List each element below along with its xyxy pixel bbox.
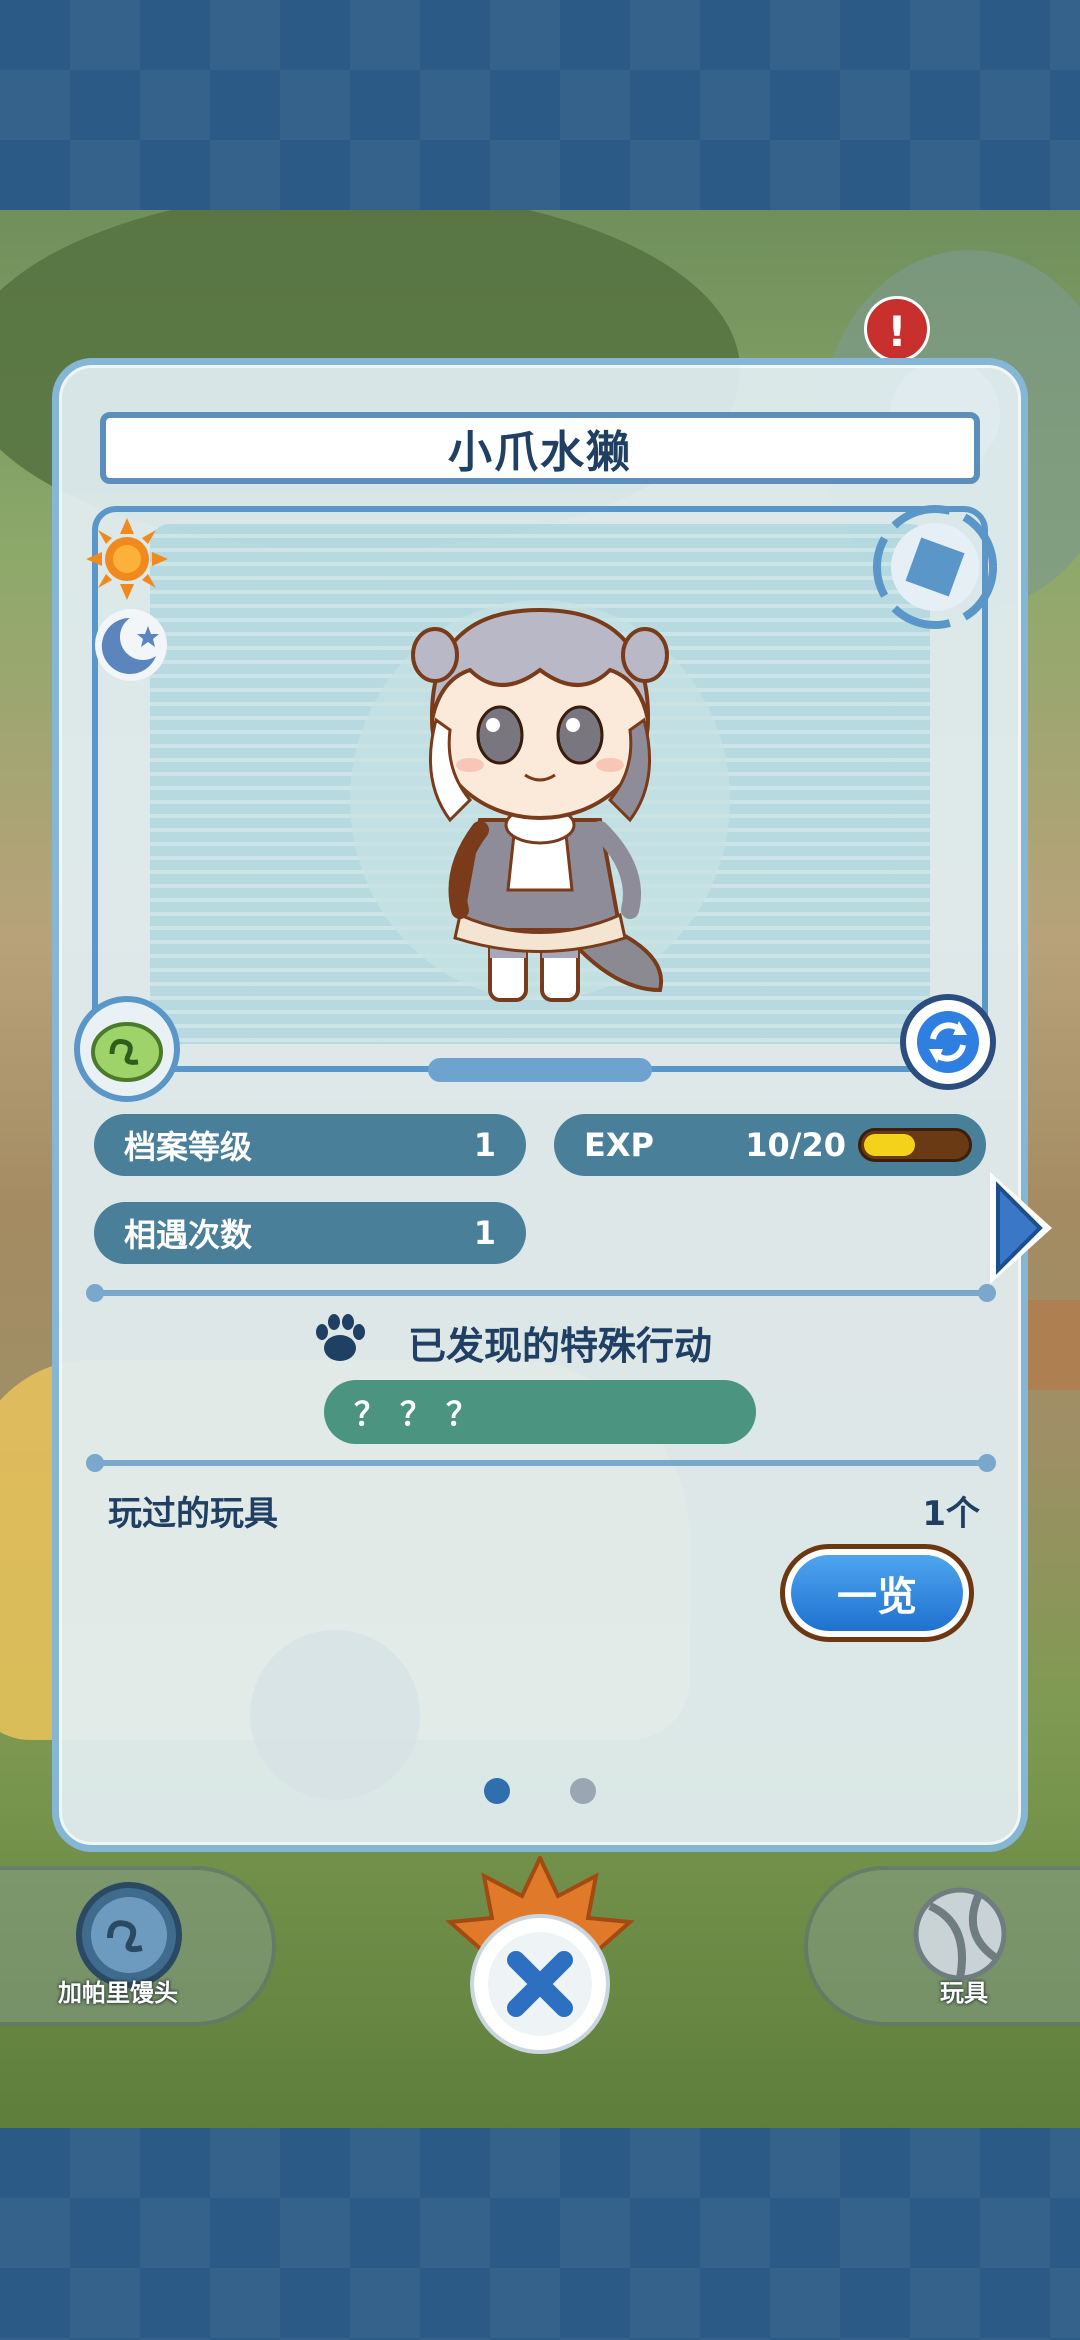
japari-bun-icon [74, 996, 180, 1102]
exp-pill: EXP 10/20 [554, 1114, 986, 1176]
character-illustration [350, 600, 730, 1002]
close-icon [445, 1853, 635, 2054]
paw-icon [316, 1314, 365, 1361]
played-toys-label: 玩过的玩具 [108, 1494, 278, 1534]
profile-level-pill: 档案等级 1 [94, 1114, 526, 1176]
japari-bun-label: 加帕里馒头 [58, 1979, 178, 2007]
played-toys-count: 1个 [922, 1494, 980, 1534]
exp-label: EXP [584, 1126, 654, 1164]
special-behavior-item: ？？？ [324, 1380, 756, 1444]
costume-skill-icon[interactable] [870, 502, 1000, 632]
refresh-button[interactable] [900, 994, 996, 1090]
toys-label: 玩具 [940, 1979, 988, 2007]
refresh-icon [917, 1011, 979, 1073]
next-page-arrow[interactable] [982, 1166, 1060, 1290]
alert-icon[interactable]: ! [864, 296, 930, 362]
exp-progress-fill [864, 1134, 915, 1156]
profile-level-label: 档案等级 [124, 1128, 253, 1166]
exp-value: 10/20 [745, 1126, 846, 1164]
exp-progress-bar [858, 1128, 972, 1162]
character-name-banner: 小爪水獭 [100, 412, 980, 484]
portrait-frame-tab [428, 1058, 652, 1082]
ball-icon [913, 1887, 1007, 1981]
profile-level-value: 1 [473, 1126, 496, 1164]
toy-list-button[interactable]: 一览 [780, 1544, 974, 1642]
bottom-pattern-band [0, 2128, 1080, 2340]
encounters-value: 1 [473, 1214, 496, 1252]
divider-bottom [86, 1454, 996, 1472]
encounters-label: 相遇次数 [124, 1216, 253, 1254]
toy-list-button-label: 一览 [791, 1555, 963, 1631]
page-dot[interactable] [570, 1778, 596, 1804]
moon-icon [95, 609, 167, 681]
top-pattern-band [0, 0, 1080, 210]
sun-icon [86, 518, 168, 600]
page-dot-active[interactable] [484, 1778, 510, 1804]
close-button[interactable] [445, 1853, 635, 2056]
japari-bun-button[interactable]: 加帕里馒头 [0, 1866, 276, 2026]
special-behavior-title: 已发现的特殊行动 [408, 1323, 713, 1368]
divider-top [86, 1284, 996, 1302]
encounters-pill: 相遇次数 1 [94, 1202, 526, 1264]
character-name: 小爪水獭 [448, 427, 632, 478]
toys-button[interactable]: 玩具 [804, 1866, 1080, 2026]
